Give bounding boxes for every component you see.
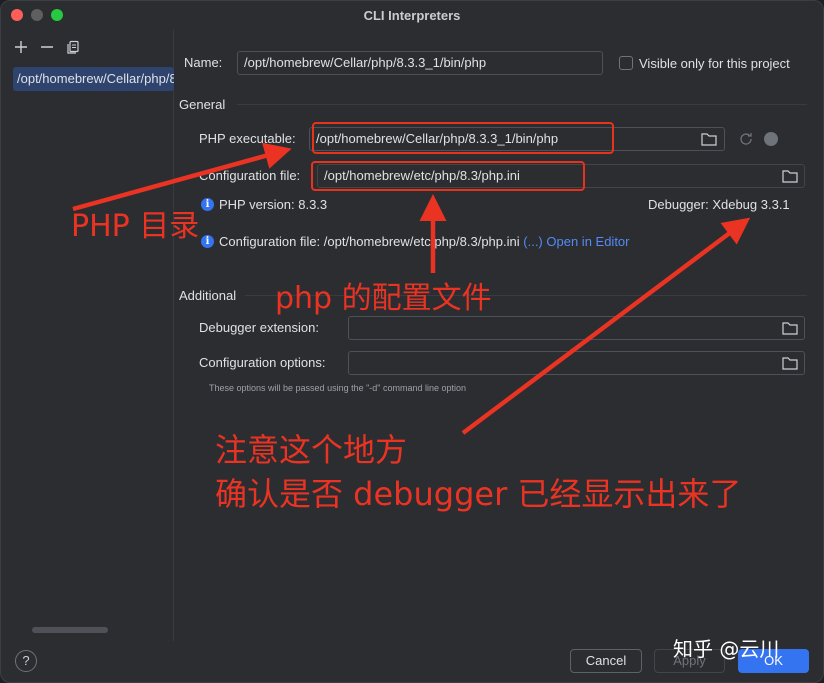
arrow-to-debugger xyxy=(461,217,751,435)
annotation-php-config: php 的配置文件 xyxy=(275,281,492,316)
annotation-note-line2: 确认是否 debugger 已经显示出来了 xyxy=(215,475,742,513)
annotation-php-dir: PHP 目录 xyxy=(71,209,200,244)
watermark: 知乎 @云川 xyxy=(673,637,780,661)
annotation-note-line1: 注意这个地方 xyxy=(215,431,408,469)
cli-interpreters-dialog: CLI Interpreters /opt/homebrew/Cellar/ph… xyxy=(0,0,824,683)
annotation-arrows xyxy=(72,142,751,435)
